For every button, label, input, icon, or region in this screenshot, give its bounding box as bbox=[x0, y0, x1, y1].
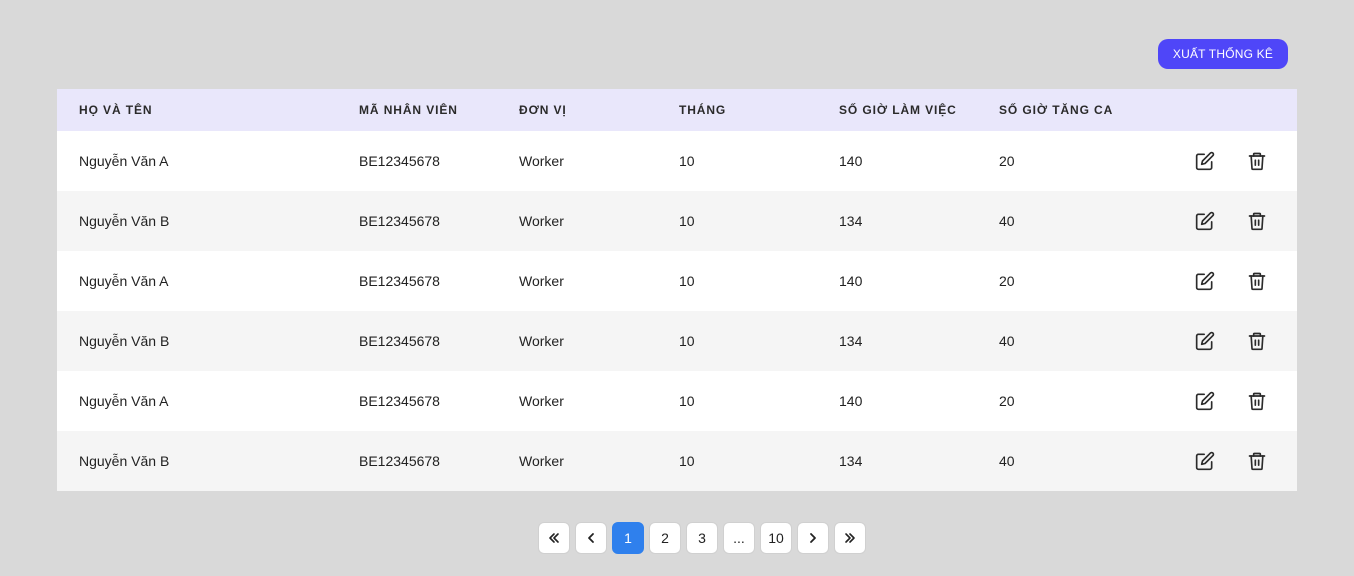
next-page-button[interactable] bbox=[797, 522, 829, 554]
cell-overtime-hours: 40 bbox=[999, 213, 1015, 229]
cell-working-hours: 140 bbox=[839, 273, 863, 289]
table-row: Nguyễn Văn A BE12345678 Worker 10 140 20 bbox=[57, 131, 1297, 191]
cell-working-hours: 134 bbox=[839, 453, 863, 469]
cell-month: 10 bbox=[679, 453, 695, 469]
page-ellipsis[interactable]: ... bbox=[723, 522, 755, 554]
last-page-button[interactable] bbox=[834, 522, 866, 554]
double-chevron-left-icon bbox=[549, 533, 559, 543]
edit-icon[interactable] bbox=[1194, 270, 1216, 292]
cell-month: 10 bbox=[679, 153, 695, 169]
cell-name: Nguyễn Văn A bbox=[79, 153, 169, 169]
cell-overtime-hours: 20 bbox=[999, 153, 1015, 169]
cell-month: 10 bbox=[679, 393, 695, 409]
cell-unit: Worker bbox=[519, 393, 564, 409]
cell-month: 10 bbox=[679, 213, 695, 229]
chevron-right-icon bbox=[810, 533, 816, 543]
first-page-button[interactable] bbox=[538, 522, 570, 554]
column-header-overtime-hours: SỐ GIỜ TĂNG CA bbox=[999, 103, 1114, 117]
cell-employee-id: BE12345678 bbox=[359, 213, 440, 229]
cell-employee-id: BE12345678 bbox=[359, 393, 440, 409]
edit-icon[interactable] bbox=[1194, 390, 1216, 412]
edit-icon[interactable] bbox=[1194, 150, 1216, 172]
double-chevron-right-icon bbox=[845, 533, 855, 543]
cell-overtime-hours: 20 bbox=[999, 273, 1015, 289]
cell-unit: Worker bbox=[519, 453, 564, 469]
page-button-1[interactable]: 1 bbox=[612, 522, 644, 554]
column-header-name: HỌ VÀ TÊN bbox=[79, 103, 153, 117]
table-header: HỌ VÀ TÊN MÃ NHÂN VIÊN ĐƠN VỊ THÁNG SỐ G… bbox=[57, 89, 1297, 131]
table-row: Nguyễn Văn B BE12345678 Worker 10 134 40 bbox=[57, 431, 1297, 491]
cell-name: Nguyễn Văn A bbox=[79, 273, 169, 289]
table-row: Nguyễn Văn B BE12345678 Worker 10 134 40 bbox=[57, 311, 1297, 371]
edit-icon[interactable] bbox=[1194, 210, 1216, 232]
cell-employee-id: BE12345678 bbox=[359, 453, 440, 469]
cell-overtime-hours: 40 bbox=[999, 333, 1015, 349]
trash-icon[interactable] bbox=[1246, 270, 1268, 292]
cell-name: Nguyễn Văn B bbox=[79, 453, 170, 469]
cell-name: Nguyễn Văn B bbox=[79, 213, 170, 229]
table-row: Nguyễn Văn B BE12345678 Worker 10 134 40 bbox=[57, 191, 1297, 251]
cell-employee-id: BE12345678 bbox=[359, 333, 440, 349]
cell-working-hours: 134 bbox=[839, 213, 863, 229]
edit-icon[interactable] bbox=[1194, 330, 1216, 352]
cell-unit: Worker bbox=[519, 153, 564, 169]
prev-page-button[interactable] bbox=[575, 522, 607, 554]
column-header-unit: ĐƠN VỊ bbox=[519, 103, 567, 117]
cell-name: Nguyễn Văn A bbox=[79, 393, 169, 409]
trash-icon[interactable] bbox=[1246, 150, 1268, 172]
page-button-2[interactable]: 2 bbox=[649, 522, 681, 554]
column-header-month: THÁNG bbox=[679, 103, 727, 117]
cell-unit: Worker bbox=[519, 333, 564, 349]
column-header-working-hours: SỐ GIỜ LÀM VIỆC bbox=[839, 103, 957, 117]
page-button-3[interactable]: 3 bbox=[686, 522, 718, 554]
edit-icon[interactable] bbox=[1194, 450, 1216, 472]
trash-icon[interactable] bbox=[1246, 450, 1268, 472]
cell-month: 10 bbox=[679, 273, 695, 289]
cell-overtime-hours: 40 bbox=[999, 453, 1015, 469]
cell-working-hours: 134 bbox=[839, 333, 863, 349]
chevron-left-icon bbox=[588, 533, 594, 543]
trash-icon[interactable] bbox=[1246, 330, 1268, 352]
column-header-employee-id: MÃ NHÂN VIÊN bbox=[359, 103, 458, 117]
cell-employee-id: BE12345678 bbox=[359, 273, 440, 289]
page-button-10[interactable]: 10 bbox=[760, 522, 792, 554]
cell-month: 10 bbox=[679, 333, 695, 349]
trash-icon[interactable] bbox=[1246, 210, 1268, 232]
cell-working-hours: 140 bbox=[839, 153, 863, 169]
table-row: Nguyễn Văn A BE12345678 Worker 10 140 20 bbox=[57, 371, 1297, 431]
cell-working-hours: 140 bbox=[839, 393, 863, 409]
table-row: Nguyễn Văn A BE12345678 Worker 10 140 20 bbox=[57, 251, 1297, 311]
pagination: 1 2 3 ... 10 bbox=[538, 522, 866, 554]
cell-unit: Worker bbox=[519, 273, 564, 289]
cell-employee-id: BE12345678 bbox=[359, 153, 440, 169]
trash-icon[interactable] bbox=[1246, 390, 1268, 412]
cell-overtime-hours: 20 bbox=[999, 393, 1015, 409]
export-statistics-button[interactable]: XUẤT THỐNG KÊ bbox=[1158, 39, 1288, 69]
cell-unit: Worker bbox=[519, 213, 564, 229]
cell-name: Nguyễn Văn B bbox=[79, 333, 170, 349]
timesheet-table: HỌ VÀ TÊN MÃ NHÂN VIÊN ĐƠN VỊ THÁNG SỐ G… bbox=[57, 89, 1297, 491]
